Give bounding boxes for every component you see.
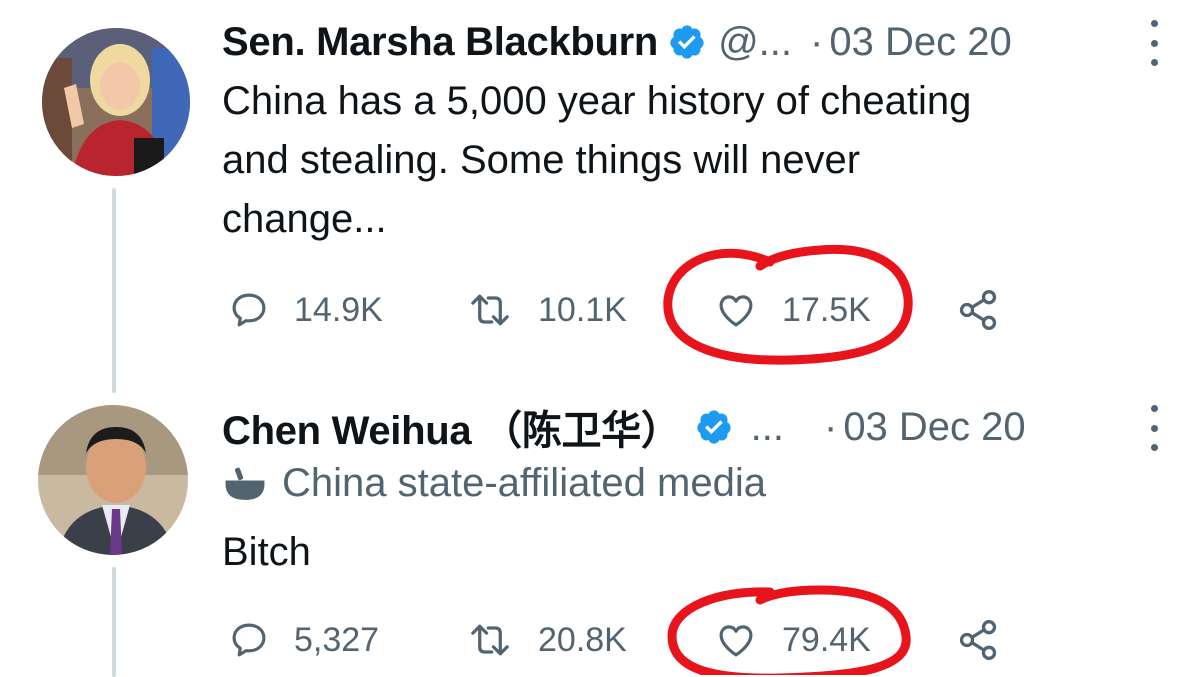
thread-line [112,188,116,393]
retweet-count: 10.1K [538,290,627,329]
like-count: 17.5K [782,290,871,329]
tweet-2[interactable]: Chen Weihua （陈卫华） ... · 03 Dec 20 China … [0,385,1200,677]
podium-icon [225,467,265,500]
retweet-count: 20.8K [538,620,627,659]
avatar-photo [42,28,190,176]
author-handle[interactable]: @... [718,20,792,65]
tweet-header: Sen. Marsha Blackburn @... · 03 Dec 20 [222,12,1182,72]
tweet-1[interactable]: Sen. Marsha Blackburn @... · 03 Dec 20 C… [0,0,1200,393]
like-count: 79.4K [782,620,871,659]
like-button[interactable]: 79.4K [714,610,871,670]
tweet-actions: 5,327 20.8K 79.4K [222,610,1042,670]
tweet-header: Chen Weihua （陈卫华） ... · 03 Dec 20 [222,397,1182,457]
affiliation-text: China state-affiliated media [282,461,766,505]
author-name[interactable]: Chen Weihua （陈卫华） [222,398,681,456]
more-options-icon[interactable] [1144,405,1164,451]
state-media-label[interactable]: China state-affiliated media [222,461,766,506]
reply-count: 14.9K [294,290,383,329]
share-button[interactable] [956,610,1000,670]
reply-count: 5,327 [294,620,380,659]
verified-badge-icon [697,410,731,444]
share-button[interactable] [956,280,1000,340]
retweet-button[interactable]: 10.1K [466,280,627,340]
reply-button[interactable]: 5,327 [228,610,379,670]
retweet-arrows-icon [471,294,509,326]
like-button[interactable]: 17.5K [714,280,871,340]
retweet-button[interactable]: 20.8K [466,610,627,670]
tweet-actions: 14.9K 10.1K 17.5K [222,280,1042,340]
share-icon [959,620,997,660]
reply-button[interactable]: 14.9K [228,280,383,340]
avatar[interactable] [38,405,188,555]
tweet-date[interactable]: 03 Dec 20 [843,405,1025,450]
speech-bubble-icon [232,293,266,327]
share-icon [959,290,997,330]
heart-icon [719,625,753,657]
avatar-photo [38,405,188,555]
author-name[interactable]: Sen. Marsha Blackburn [222,20,658,65]
separator-dot: · [823,404,838,449]
verified-badge-icon [670,25,704,59]
tweet-text: Bitch [222,530,311,574]
thread-line [112,567,116,677]
speech-bubble-icon [232,623,266,657]
author-handle[interactable]: ... [751,405,784,450]
retweet-arrows-icon [471,624,509,656]
avatar[interactable] [42,28,190,176]
tweet-date[interactable]: 03 Dec 20 [829,20,1011,65]
tweet-text: China has a 5,000 year history of cheati… [222,79,972,241]
separator-dot: · [810,19,824,64]
more-options-icon[interactable] [1144,20,1164,66]
heart-icon [719,295,753,327]
